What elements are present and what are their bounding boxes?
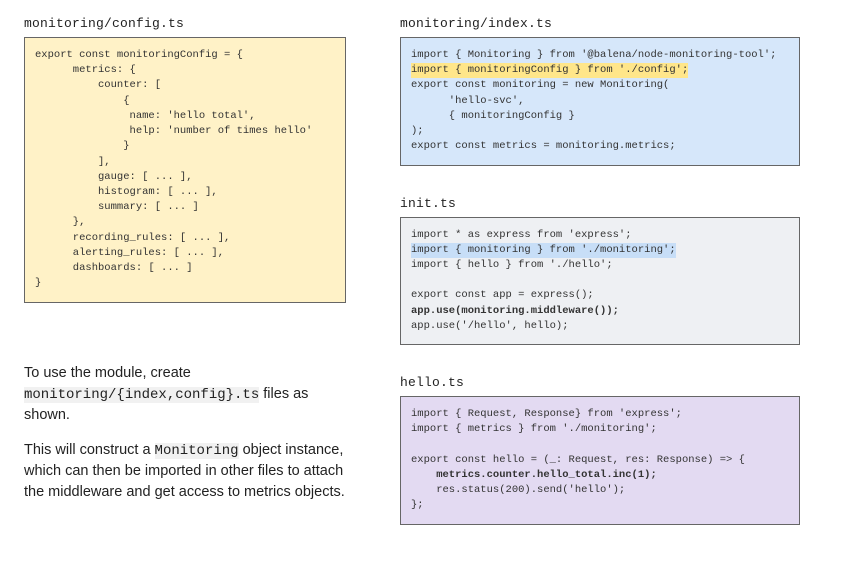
code-line: export const hello = (_: Request, res: R…: [411, 453, 789, 468]
index-file-title: monitoring/index.ts: [400, 16, 800, 31]
code-line: app.use('/hello', hello);: [411, 319, 789, 334]
config-code-block: export const monitoringConfig = { metric…: [24, 37, 346, 303]
code-line: res.status(200).send('hello');: [411, 483, 789, 498]
code-line: 'hello-svc',: [411, 94, 789, 109]
code-line: [411, 273, 789, 288]
description-text: To use the module, create monitoring/{in…: [24, 363, 346, 504]
code-line: import { Monitoring } from '@balena/node…: [411, 48, 789, 63]
desc-p1-a: To use the module, create: [24, 365, 191, 381]
code-line: metrics.counter.hello_total.inc(1);: [411, 468, 789, 483]
code-line: export const metrics = monitoring.metric…: [411, 139, 789, 154]
code-line: };: [411, 498, 789, 513]
code-line: export const app = express();: [411, 288, 789, 303]
init-file-title: init.ts: [400, 196, 800, 211]
code-line: import { metrics } from './monitoring';: [411, 422, 789, 437]
code-line: app.use(monitoring.middleware());: [411, 304, 789, 319]
init-code-block: import * as express from 'express';impor…: [400, 217, 800, 346]
hello-code-block: import { Request, Response} from 'expres…: [400, 396, 800, 525]
code-line: import { monitoring } from './monitoring…: [411, 243, 789, 258]
hello-file-title: hello.ts: [400, 375, 800, 390]
index-code-block: import { Monitoring } from '@balena/node…: [400, 37, 800, 166]
code-line: export const monitoring = new Monitoring…: [411, 78, 789, 93]
code-line: import * as express from 'express';: [411, 228, 789, 243]
code-line: [411, 438, 789, 453]
code-line: import { Request, Response} from 'expres…: [411, 407, 789, 422]
code-line: import { monitoringConfig } from './conf…: [411, 63, 789, 78]
code-line: );: [411, 124, 789, 139]
desc-p1-mono: monitoring/{index,config}.ts: [24, 387, 259, 403]
config-file-title: monitoring/config.ts: [24, 16, 346, 31]
desc-p2-mono: Monitoring: [155, 443, 239, 459]
code-line: import { hello } from './hello';: [411, 258, 789, 273]
desc-p2-a: This will construct a: [24, 442, 155, 458]
code-line: { monitoringConfig }: [411, 109, 789, 124]
